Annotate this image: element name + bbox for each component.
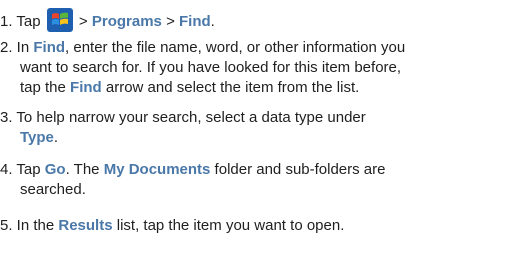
find-keyword: Find bbox=[70, 79, 102, 96]
instructions-page: 1. Tap > Programs > Find. 2. In Find, en… bbox=[0, 0, 516, 268]
step-1-text: 1. Tap bbox=[0, 13, 45, 30]
find-keyword: Find bbox=[33, 39, 66, 56]
go-keyword: Go bbox=[44, 161, 66, 178]
find-keyword: Find bbox=[179, 13, 211, 30]
step-1: 1. Tap > Programs > Find. bbox=[0, 8, 500, 32]
results-keyword: Results bbox=[58, 217, 113, 234]
my-documents-keyword: My Documents bbox=[103, 161, 211, 178]
step-3: 3. To help narrow your search, select a … bbox=[0, 109, 366, 146]
step-2: 2. In Find, enter the file name, word, o… bbox=[0, 39, 406, 96]
programs-keyword: Programs bbox=[91, 13, 162, 30]
windows-start-icon bbox=[46, 8, 73, 32]
type-keyword: Type bbox=[20, 129, 54, 146]
step-5: 5. In the Results list, tap the item you… bbox=[0, 217, 345, 234]
step-4: 4. Tap Go. The My Documents folder and s… bbox=[0, 161, 386, 198]
